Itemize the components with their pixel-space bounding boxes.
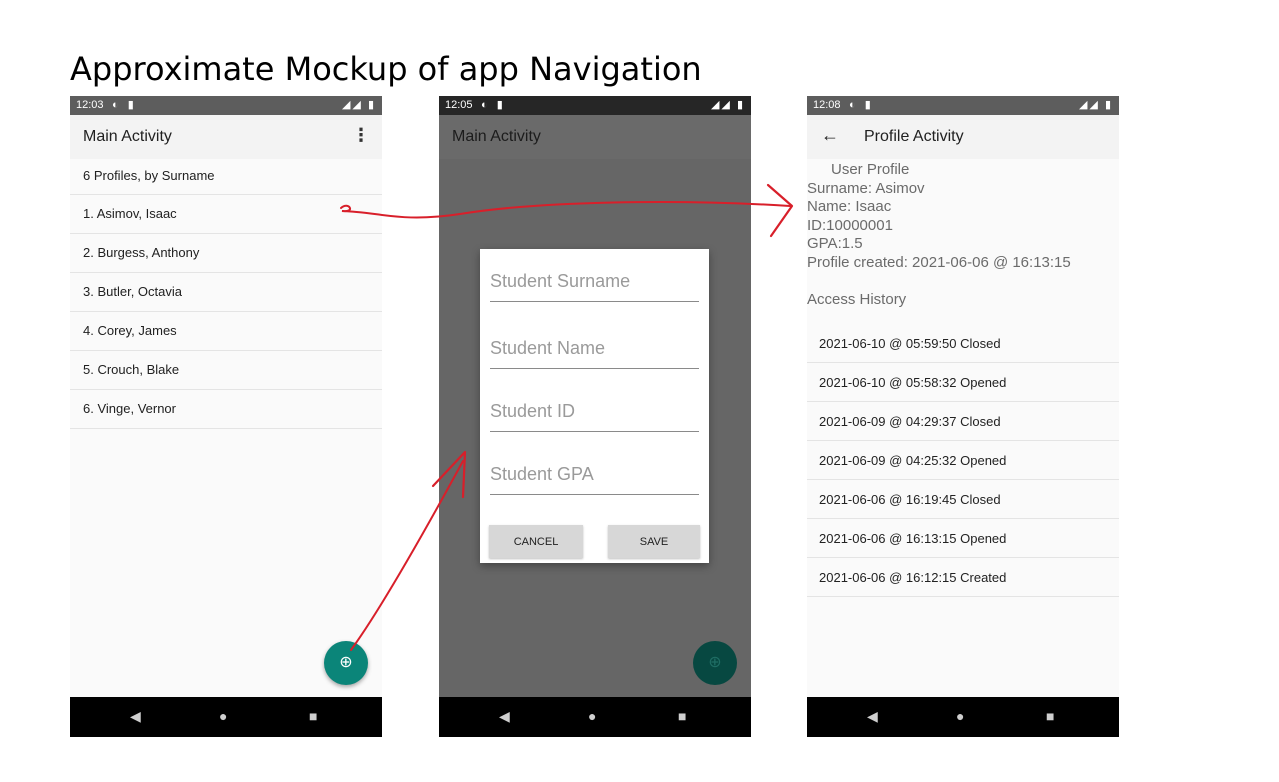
app-bar-title: Profile Activity: [864, 128, 964, 145]
notification-icons: ◐ ▮: [112, 99, 137, 111]
more-vert-icon[interactable]: ⋮: [352, 125, 370, 146]
notification-icons: ◐ ▮: [481, 99, 506, 111]
history-item: 2021-06-06 @ 16:19:45 Closed: [807, 480, 1119, 519]
arrow-back-icon[interactable]: ←: [821, 125, 839, 146]
history-entry: 2021-06-06 @ 16:19:45 Closed: [819, 492, 1001, 507]
history-item: 2021-06-06 @ 16:13:15 Opened: [807, 519, 1119, 558]
add-profile-fab[interactable]: ⊕: [324, 641, 368, 685]
access-history-list: 2021-06-10 @ 05:59:50 Closed 2021-06-10 …: [807, 324, 1119, 597]
history-item: 2021-06-10 @ 05:59:50 Closed: [807, 324, 1119, 363]
profile-name: 1. Asimov, Isaac: [83, 206, 177, 221]
access-history-title: Access History: [807, 291, 907, 308]
profile-gpa: GPA:1.5: [807, 235, 863, 252]
status-time: 12:05: [445, 99, 473, 111]
system-nav-bar: ◀ ● ■: [807, 697, 1119, 737]
profile-count-label: 6 Profiles, by Surname: [83, 168, 215, 183]
system-nav-bar: ◀ ● ■: [70, 697, 382, 737]
history-entry: 2021-06-09 @ 04:25:32 Opened: [819, 453, 1007, 468]
back-triangle-icon[interactable]: ◀: [499, 708, 510, 725]
id-input[interactable]: [490, 401, 699, 422]
history-item: 2021-06-09 @ 04:25:32 Opened: [807, 441, 1119, 480]
name-field[interactable]: [490, 338, 699, 369]
add-profile-fab-dimmed: ⊕: [693, 641, 737, 685]
profile-info: User Profile Surname: Asimov Name: Isaac…: [807, 161, 1071, 272]
signal-battery-icons: ◢◢ ▮: [341, 99, 376, 111]
notification-icons: ◐ ▮: [849, 99, 874, 111]
profile-name: 2. Burgess, Anthony: [83, 245, 200, 260]
phone-add-profile-dialog: 12:05 ◐ ▮ ◢◢ ▮ Main Activity ⊕ CANCEL SA…: [439, 96, 751, 737]
add-circle-icon: ⊕: [339, 654, 353, 671]
signal-battery-icons: ◢◢ ▮: [1078, 99, 1113, 111]
profile-list-item[interactable]: 3. Butler, Octavia: [70, 273, 382, 312]
phone-profile-activity: 12:08 ◐ ▮ ◢◢ ▮ ← Profile Activity User P…: [807, 96, 1119, 737]
status-bar: 12:03 ◐ ▮ ◢◢ ▮: [70, 96, 382, 115]
history-entry: 2021-06-06 @ 16:12:15 Created: [819, 570, 1007, 585]
back-triangle-icon[interactable]: ◀: [867, 708, 878, 725]
profile-info-heading: User Profile: [831, 161, 910, 178]
gpa-input[interactable]: [490, 464, 699, 485]
status-bar: 12:05 ◐ ▮ ◢◢ ▮: [439, 96, 751, 115]
profile-name: 6. Vinge, Vernor: [83, 401, 176, 416]
profile-name: Name: Isaac: [807, 198, 892, 215]
profile-list-item[interactable]: 1. Asimov, Isaac: [70, 195, 382, 234]
cancel-button[interactable]: CANCEL: [489, 525, 583, 558]
recents-square-icon[interactable]: ■: [678, 708, 686, 724]
back-triangle-icon[interactable]: ◀: [130, 708, 141, 725]
surname-field[interactable]: [490, 271, 699, 302]
app-bar-title: Main Activity: [83, 128, 172, 145]
status-bar: 12:08 ◐ ▮ ◢◢ ▮: [807, 96, 1119, 115]
phone-main-activity: 12:03 ◐ ▮ ◢◢ ▮ Main Activity ⋮ 6 Profile…: [70, 96, 382, 737]
history-entry: 2021-06-09 @ 04:29:37 Closed: [819, 414, 1001, 429]
profile-list-item[interactable]: 5. Crouch, Blake: [70, 351, 382, 390]
profile-name: 3. Butler, Octavia: [83, 284, 182, 299]
recents-square-icon[interactable]: ■: [1046, 708, 1054, 724]
home-circle-icon[interactable]: ●: [956, 708, 964, 724]
history-item: 2021-06-10 @ 05:58:32 Opened: [807, 363, 1119, 402]
app-bar-title: Main Activity: [452, 128, 541, 145]
app-bar: ← Profile Activity: [807, 115, 1119, 159]
history-item: 2021-06-09 @ 04:29:37 Closed: [807, 402, 1119, 441]
profile-list: 1. Asimov, Isaac 2. Burgess, Anthony 3. …: [70, 195, 382, 429]
profile-created: Profile created: 2021-06-06 @ 16:13:15: [807, 253, 1071, 271]
add-circle-icon: ⊕: [708, 654, 722, 671]
system-nav-bar: ◀ ● ■: [439, 697, 751, 737]
profile-list-item[interactable]: 2. Burgess, Anthony: [70, 234, 382, 273]
history-entry: 2021-06-06 @ 16:13:15 Opened: [819, 531, 1007, 546]
gpa-field[interactable]: [490, 464, 699, 495]
home-circle-icon[interactable]: ●: [588, 708, 596, 724]
list-header: 6 Profiles, by Surname: [70, 159, 382, 195]
profile-id: ID:10000001: [807, 216, 893, 234]
profile-name: 5. Crouch, Blake: [83, 362, 180, 377]
home-circle-icon[interactable]: ●: [219, 708, 227, 724]
history-entry: 2021-06-10 @ 05:58:32 Opened: [819, 375, 1007, 390]
signal-battery-icons: ◢◢ ▮: [710, 99, 745, 111]
slide-title: Approximate Mockup of app Navigation: [70, 50, 702, 88]
surname-input[interactable]: [490, 271, 699, 292]
profile-list-item[interactable]: 4. Corey, James: [70, 312, 382, 351]
name-input[interactable]: [490, 338, 699, 359]
profile-list-item[interactable]: 6. Vinge, Vernor: [70, 390, 382, 429]
status-time: 12:08: [813, 99, 841, 111]
history-entry: 2021-06-10 @ 05:59:50 Closed: [819, 336, 1001, 351]
app-bar: Main Activity ⋮: [70, 115, 382, 159]
profile-name: 4. Corey, James: [83, 323, 177, 338]
add-profile-dialog: CANCEL SAVE: [480, 249, 709, 563]
save-button[interactable]: SAVE: [608, 525, 700, 558]
arrowhead-profile: [766, 183, 794, 238]
recents-square-icon[interactable]: ■: [309, 708, 317, 724]
id-field[interactable]: [490, 401, 699, 432]
status-time: 12:03: [76, 99, 104, 111]
profile-surname: Surname: Asimov: [807, 179, 925, 197]
history-item: 2021-06-06 @ 16:12:15 Created: [807, 558, 1119, 597]
app-bar: Main Activity: [439, 115, 751, 159]
